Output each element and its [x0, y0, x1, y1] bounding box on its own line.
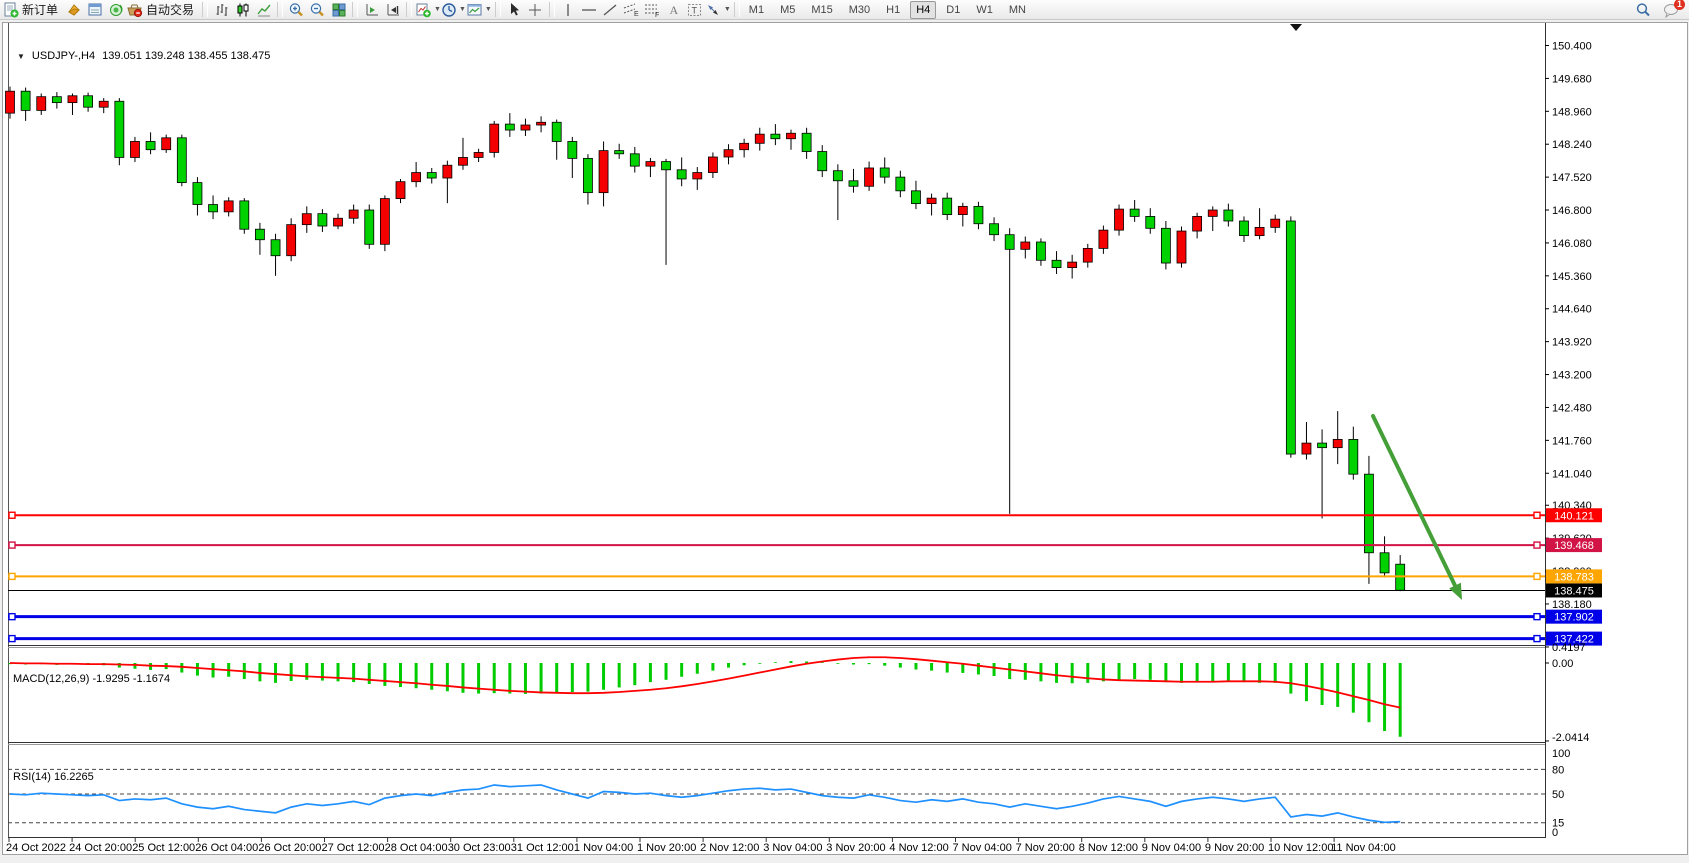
- chart-ohlc-readout: 139.051 139.248 138.455 138.475: [102, 50, 270, 62]
- macd-values: -1.9295 -1.1674: [92, 673, 170, 685]
- toolbar-separator: [495, 2, 501, 17]
- equidistant-channel-icon: E: [622, 2, 640, 18]
- timeframe-button-m5[interactable]: M5: [774, 1, 801, 19]
- candlestick-chart-button[interactable]: [232, 1, 253, 19]
- line-chart-icon: [256, 2, 272, 18]
- vertical-line-icon: [561, 2, 575, 18]
- profiles-icon: [66, 2, 82, 18]
- crosshair-tool-button[interactable]: [525, 1, 546, 19]
- bar-chart-icon: [214, 2, 230, 18]
- line-chart-button[interactable]: [253, 1, 274, 19]
- chat-button[interactable]: 1: [1660, 1, 1681, 19]
- dropdown-arrow-icon: ▼: [724, 6, 731, 13]
- timeframe-button-w1[interactable]: W1: [970, 1, 999, 19]
- chart-window[interactable]: ▼ USDJPY-,H4 139.051 139.248 138.455 138…: [2, 22, 1688, 855]
- templates-button[interactable]: ▼: [466, 1, 492, 19]
- new-order-icon: [3, 2, 19, 18]
- timeframe-button-d1[interactable]: D1: [940, 1, 966, 19]
- chart-header: ▼ USDJPY-,H4 139.051 139.248 138.455 138…: [17, 50, 270, 62]
- periods-clock-icon: [441, 2, 457, 18]
- text-label-tool-button[interactable]: T: [684, 1, 705, 19]
- rsi-name: RSI(14): [13, 771, 51, 783]
- chart-shift-button[interactable]: [361, 1, 382, 19]
- fibonacci-tool-button[interactable]: F: [642, 1, 663, 19]
- candlestick-chart-icon: [235, 2, 251, 18]
- timeframe-button-mn[interactable]: MN: [1003, 1, 1032, 19]
- zoom-out-icon: [309, 2, 326, 18]
- text-tool-button[interactable]: A: [663, 1, 684, 19]
- search-icon: [1635, 2, 1652, 18]
- rsi-value: 16.2265: [54, 771, 94, 783]
- svg-text:F: F: [655, 12, 659, 18]
- timeframe-button-m15[interactable]: M15: [805, 1, 838, 19]
- navigator-button[interactable]: [105, 1, 126, 19]
- horizontal-line-icon: [580, 2, 598, 18]
- collapse-arrow-icon[interactable]: ▼: [17, 52, 25, 61]
- search-button[interactable]: [1633, 1, 1654, 19]
- chart-symbol-title: USDJPY-,H4: [32, 50, 95, 62]
- arrow-objects-button[interactable]: ▼: [705, 1, 731, 19]
- zoom-out-button[interactable]: [307, 1, 328, 19]
- equidistant-channel-tool-button[interactable]: E: [621, 1, 642, 19]
- toolbar-separator: [202, 2, 208, 17]
- navigator-icon: [108, 2, 124, 18]
- toolbar-separator: [277, 2, 283, 17]
- zoom-in-button[interactable]: [286, 1, 307, 19]
- chart-shift-icon: [364, 2, 380, 18]
- auto-scroll-icon: [385, 2, 401, 18]
- dropdown-arrow-icon: ▼: [485, 6, 492, 13]
- toolbar: 新订单 自动交易 ▼ ▼: [0, 0, 1689, 20]
- cursor-tool-button[interactable]: [504, 1, 525, 19]
- market-watch-button[interactable]: [84, 1, 105, 19]
- rsi-indicator-label: RSI(14) 16.2265: [13, 771, 94, 783]
- dropdown-arrow-icon: ▼: [459, 6, 466, 13]
- trendline-icon: [602, 2, 618, 18]
- fibonacci-icon: F: [643, 2, 661, 18]
- indicators-button[interactable]: ▼: [415, 1, 441, 19]
- zoom-in-icon: [288, 2, 305, 18]
- templates-icon: [466, 2, 483, 18]
- autotrading-button[interactable]: 自动交易: [126, 1, 199, 19]
- vertical-line-tool-button[interactable]: [558, 1, 579, 19]
- text-label-icon: T: [686, 2, 703, 18]
- timeframe-group: M1M5M15 M30H1H4D1W1MN: [743, 1, 1032, 19]
- profiles-button[interactable]: [63, 1, 84, 19]
- text-icon: A: [666, 2, 681, 18]
- toolbar-separator: [734, 2, 740, 17]
- toolbar-separator: [352, 2, 358, 17]
- horizontal-line-tool-button[interactable]: [579, 1, 600, 19]
- market-watch-icon: [87, 2, 103, 18]
- cursor-icon: [507, 2, 521, 17]
- tile-windows-button[interactable]: [328, 1, 349, 19]
- timeframe-button-h1[interactable]: H1: [880, 1, 906, 19]
- auto-scroll-button[interactable]: [382, 1, 403, 19]
- timeframe-button-m30[interactable]: M30: [843, 1, 876, 19]
- svg-text:A: A: [669, 3, 678, 17]
- timeframe-button-h4[interactable]: H4: [910, 1, 936, 19]
- indicators-icon: [415, 2, 432, 18]
- autotrading-icon: [126, 2, 143, 18]
- toolbar-separator: [406, 2, 412, 17]
- autotrading-label: 自动交易: [144, 1, 199, 18]
- macd-name: MACD(12,26,9): [13, 673, 89, 685]
- new-order-label: 新订单: [20, 1, 63, 18]
- bar-chart-button[interactable]: [211, 1, 232, 19]
- new-order-button[interactable]: 新订单: [3, 1, 63, 19]
- timeframe-button-m1[interactable]: M1: [743, 1, 770, 19]
- trendline-tool-button[interactable]: [600, 1, 621, 19]
- toolbar-separator: [549, 2, 555, 17]
- macd-indicator-label: MACD(12,26,9) -1.9295 -1.1674: [13, 673, 170, 685]
- arrow-objects-icon: [705, 2, 722, 18]
- chat-badge: 1: [1674, 0, 1685, 10]
- svg-text:E: E: [634, 11, 639, 18]
- dropdown-arrow-icon: ▼: [434, 6, 441, 13]
- periods-button[interactable]: ▼: [441, 1, 466, 19]
- tile-windows-icon: [331, 2, 347, 18]
- crosshair-icon: [527, 2, 543, 18]
- svg-text:T: T: [691, 5, 697, 15]
